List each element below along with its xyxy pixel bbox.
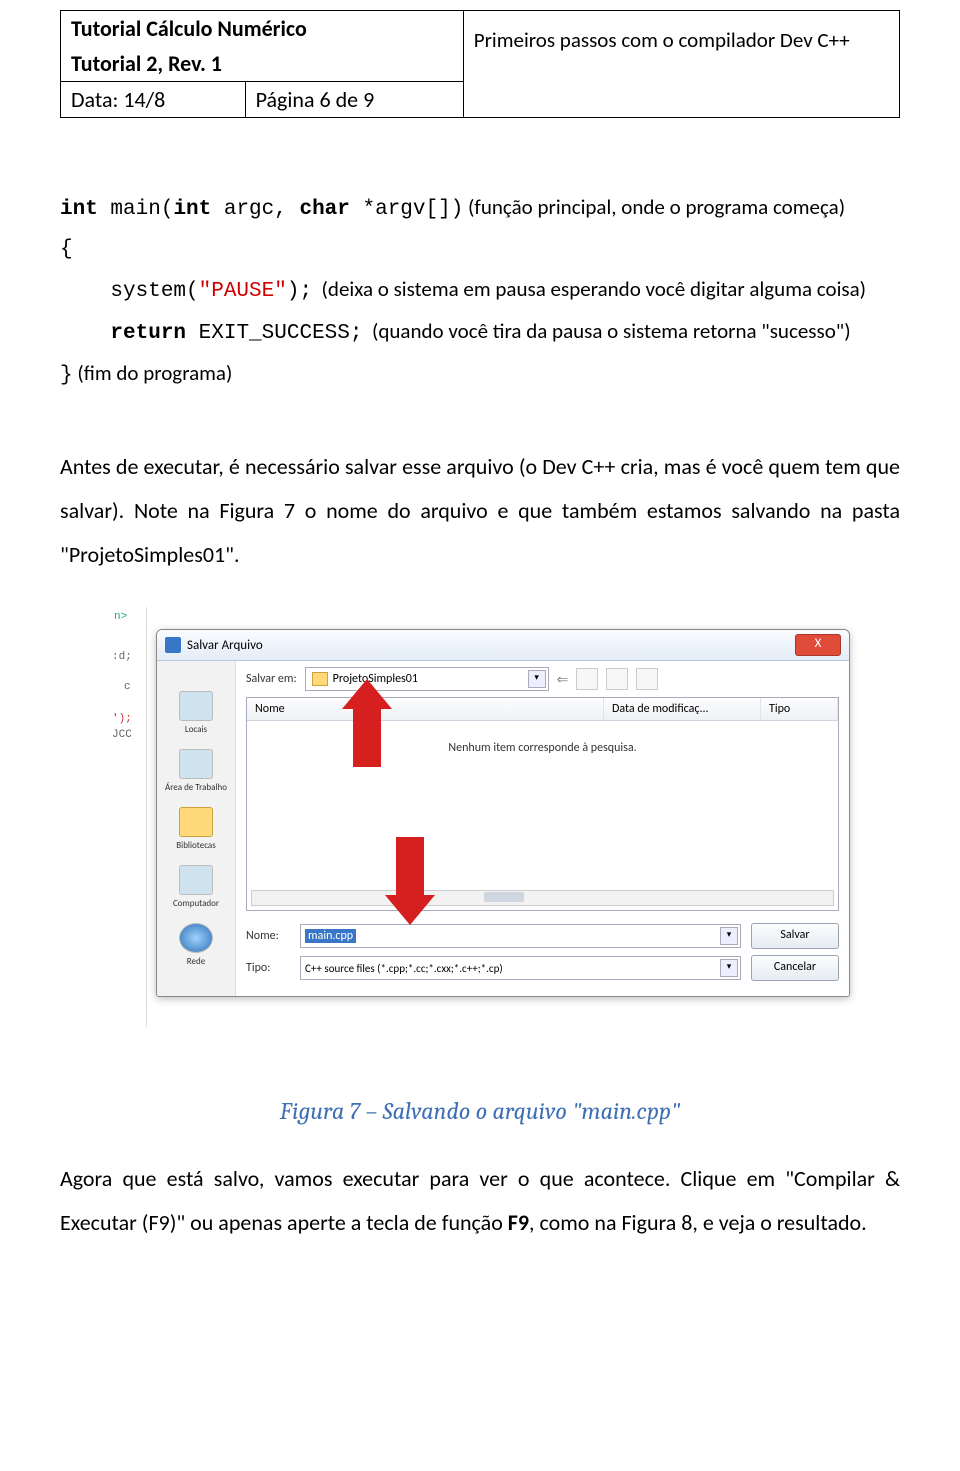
paragraph-1: Antes de executar, é necessário salvar e…	[60, 445, 900, 577]
file-list-header: Nome Data de modificaç... Tipo	[247, 698, 838, 721]
place-item-area-trabalho[interactable]: Área de Trabalho	[165, 749, 227, 793]
header-subtitle: Primeiros passos com o compilador Dev C+…	[474, 27, 850, 53]
figure-caption: Figura 7 – Salvando o arquivo "main.cpp"	[60, 1097, 900, 1125]
new-folder-icon[interactable]	[606, 668, 628, 690]
tipo-label: Tipo:	[246, 961, 290, 975]
code-block: int main(int argc, char *argv[]) (função…	[60, 188, 900, 395]
chevron-down-icon[interactable]: ▾	[720, 959, 738, 977]
dialog-title-text: Salvar Arquivo	[187, 638, 263, 653]
salvar-em-label: Salvar em:	[246, 672, 297, 686]
back-icon[interactable]: ⇐	[557, 671, 569, 688]
cancelar-button[interactable]: Cancelar	[751, 955, 839, 981]
salvar-button[interactable]: Salvar	[751, 923, 839, 949]
filetype-combo[interactable]: C++ source files (*.cpp;*.cc;*.cxx;*.c++…	[300, 956, 741, 980]
view-menu-icon[interactable]	[636, 668, 658, 690]
horizontal-scrollbar[interactable]	[251, 890, 834, 906]
file-list-area[interactable]: Nome Data de modificaç... Tipo Nenhum it…	[246, 697, 839, 911]
place-item-bibliotecas[interactable]: Bibliotecas	[176, 807, 216, 851]
header-title-2: Tutorial 2, Rev. 1	[71, 50, 222, 77]
place-item-locais[interactable]: Locais	[179, 691, 213, 735]
annotation-arrow-down	[385, 837, 435, 925]
place-item-rede[interactable]: Rede	[179, 923, 213, 967]
dialog-app-icon	[165, 637, 181, 653]
header-table: Tutorial Cálculo Numérico Primeiros pass…	[60, 10, 900, 118]
places-bar: Locais Área de Trabalho Bibliotecas Comp…	[157, 661, 236, 997]
nome-label: Nome:	[246, 929, 290, 943]
folder-icon	[312, 672, 328, 686]
save-dialog: Salvar Arquivo X Locais Área de Trabalho…	[156, 629, 850, 997]
dialog-titlebar: Salvar Arquivo X	[157, 630, 849, 661]
header-date: Data: 14/8	[71, 86, 165, 113]
annotation-arrow-up	[342, 679, 392, 767]
header-page: Página 6 de 9	[256, 86, 375, 113]
screenshot-figure: n> :d; c '); JCC Salvar Arquivo X Locais…	[110, 607, 850, 1027]
chevron-down-icon[interactable]: ▾	[528, 670, 546, 688]
close-icon[interactable]: X	[795, 634, 841, 656]
paragraph-2: Agora que está salvo, vamos executar par…	[60, 1157, 900, 1245]
editor-edge: n> :d; c '); JCC	[110, 607, 147, 1027]
col-nome[interactable]: Nome	[247, 698, 604, 720]
col-tipo[interactable]: Tipo	[761, 698, 838, 720]
filetype-value: C++ source files (*.cpp;*.cc;*.cxx;*.c++…	[305, 962, 503, 975]
file-list-empty-text: Nenhum item corresponde à pesquisa.	[247, 741, 838, 755]
header-title-1: Tutorial Cálculo Numérico	[71, 15, 307, 42]
filename-value: main.cpp	[305, 929, 356, 943]
filename-field[interactable]: main.cpp ▾	[300, 924, 741, 948]
col-data[interactable]: Data de modificaç...	[604, 698, 761, 720]
place-item-computador[interactable]: Computador	[173, 865, 219, 909]
chevron-down-icon[interactable]: ▾	[720, 927, 738, 945]
up-folder-icon[interactable]	[576, 668, 598, 690]
